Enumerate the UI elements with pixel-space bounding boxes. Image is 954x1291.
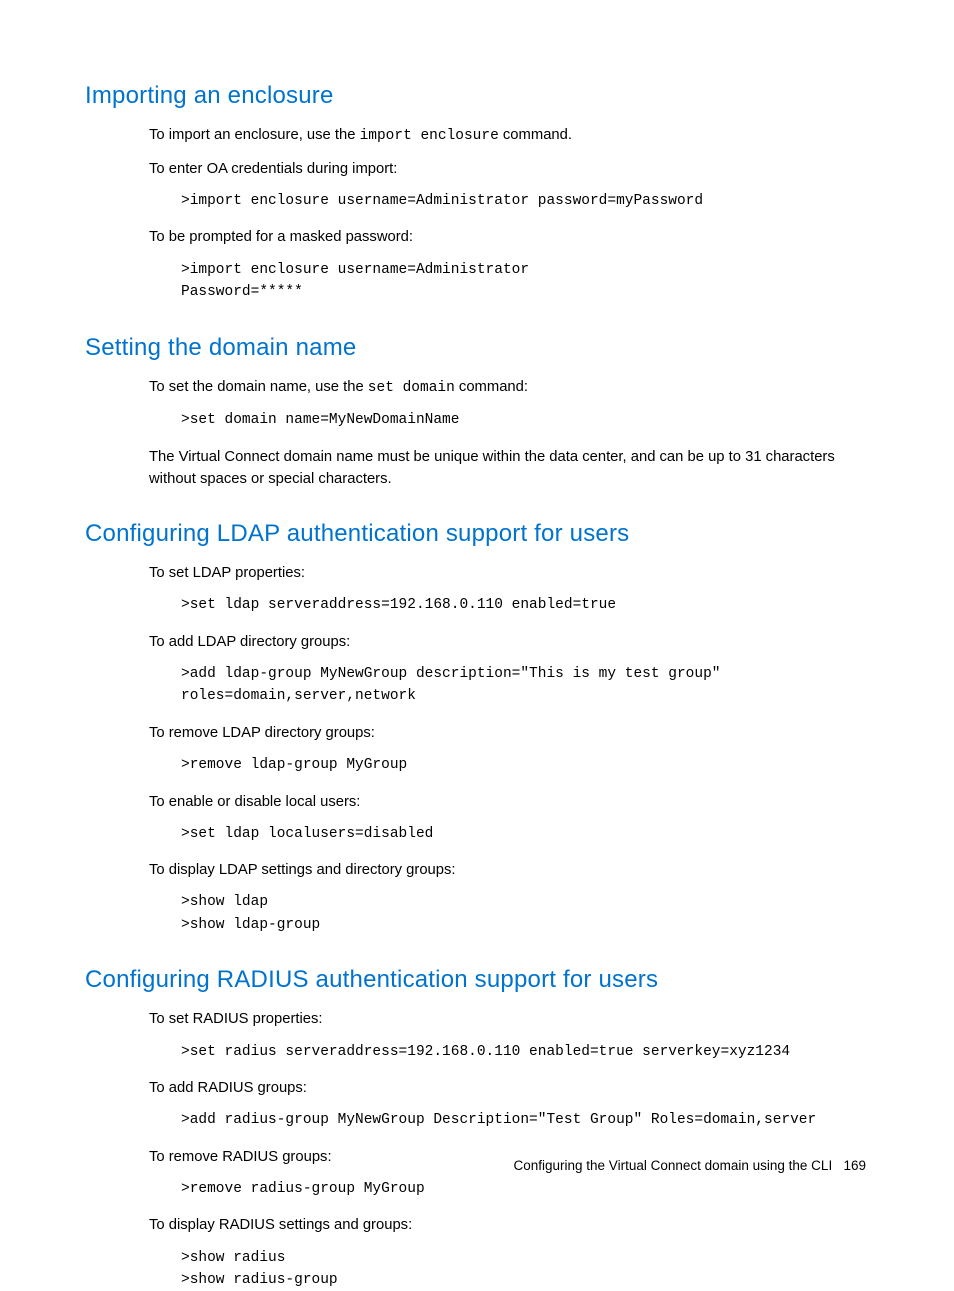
- code-block: >show radius >show radius-group: [181, 1247, 866, 1291]
- paragraph: To display RADIUS settings and groups:: [149, 1214, 866, 1236]
- paragraph: To add LDAP directory groups:: [149, 631, 866, 653]
- text-run: command:: [455, 379, 528, 395]
- page-number: 169: [843, 1158, 866, 1173]
- code-block: >set ldap serveraddress=192.168.0.110 en…: [181, 594, 866, 616]
- code-block: >set domain name=MyNewDomainName: [181, 409, 866, 431]
- footer-text: Configuring the Virtual Connect domain u…: [514, 1158, 833, 1173]
- paragraph: The Virtual Connect domain name must be …: [149, 446, 866, 490]
- page-footer: Configuring the Virtual Connect domain u…: [514, 1158, 867, 1173]
- section-body: To import an enclosure, use the import e…: [85, 124, 866, 304]
- paragraph: To add RADIUS groups:: [149, 1077, 866, 1099]
- section: Configuring LDAP authentication support …: [85, 520, 866, 936]
- section-body: To set RADIUS properties: >set radius ser…: [85, 1008, 866, 1291]
- inline-code: set domain: [368, 380, 455, 396]
- section-body: To set the domain name, use the set doma…: [85, 376, 866, 491]
- section-heading: Configuring RADIUS authentication suppor…: [85, 966, 866, 994]
- code-block: >add ldap-group MyNewGroup description="…: [181, 663, 866, 708]
- section-heading: Importing an enclosure: [85, 82, 866, 110]
- paragraph: To display LDAP settings and directory g…: [149, 859, 866, 881]
- page-content: Importing an enclosure To import an enclo…: [0, 0, 954, 1291]
- code-block: >set ldap localusers=disabled: [181, 823, 866, 845]
- paragraph: To set LDAP properties:: [149, 562, 866, 584]
- paragraph: To enable or disable local users:: [149, 791, 866, 813]
- text-run: To set the domain name, use the: [149, 379, 368, 395]
- section: Configuring RADIUS authentication suppor…: [85, 966, 866, 1291]
- paragraph: To enter OA credentials during import:: [149, 158, 866, 180]
- paragraph: To set the domain name, use the set doma…: [149, 376, 866, 400]
- code-block: >remove radius-group MyGroup: [181, 1178, 866, 1200]
- text-run: command.: [499, 127, 572, 143]
- section: Importing an enclosure To import an enclo…: [85, 82, 866, 304]
- paragraph: To be prompted for a masked password:: [149, 226, 866, 248]
- paragraph: To remove LDAP directory groups:: [149, 722, 866, 744]
- code-block: >set radius serveraddress=192.168.0.110 …: [181, 1041, 866, 1063]
- code-block: >remove ldap-group MyGroup: [181, 754, 866, 776]
- paragraph: To set RADIUS properties:: [149, 1008, 866, 1030]
- inline-code: import enclosure: [360, 128, 499, 144]
- code-block: >import enclosure username=Administrator…: [181, 259, 866, 304]
- paragraph: To import an enclosure, use the import e…: [149, 124, 866, 148]
- section: Setting the domain name To set the domain…: [85, 334, 866, 491]
- section-heading: Setting the domain name: [85, 334, 866, 362]
- code-block: >show ldap >show ldap-group: [181, 891, 866, 936]
- section-heading: Configuring LDAP authentication support …: [85, 520, 866, 548]
- code-block: >import enclosure username=Administrator…: [181, 190, 866, 212]
- code-block: >add radius-group MyNewGroup Description…: [181, 1109, 866, 1131]
- text-run: To import an enclosure, use the: [149, 127, 360, 143]
- section-body: To set LDAP properties: >set ldap servera…: [85, 562, 866, 936]
